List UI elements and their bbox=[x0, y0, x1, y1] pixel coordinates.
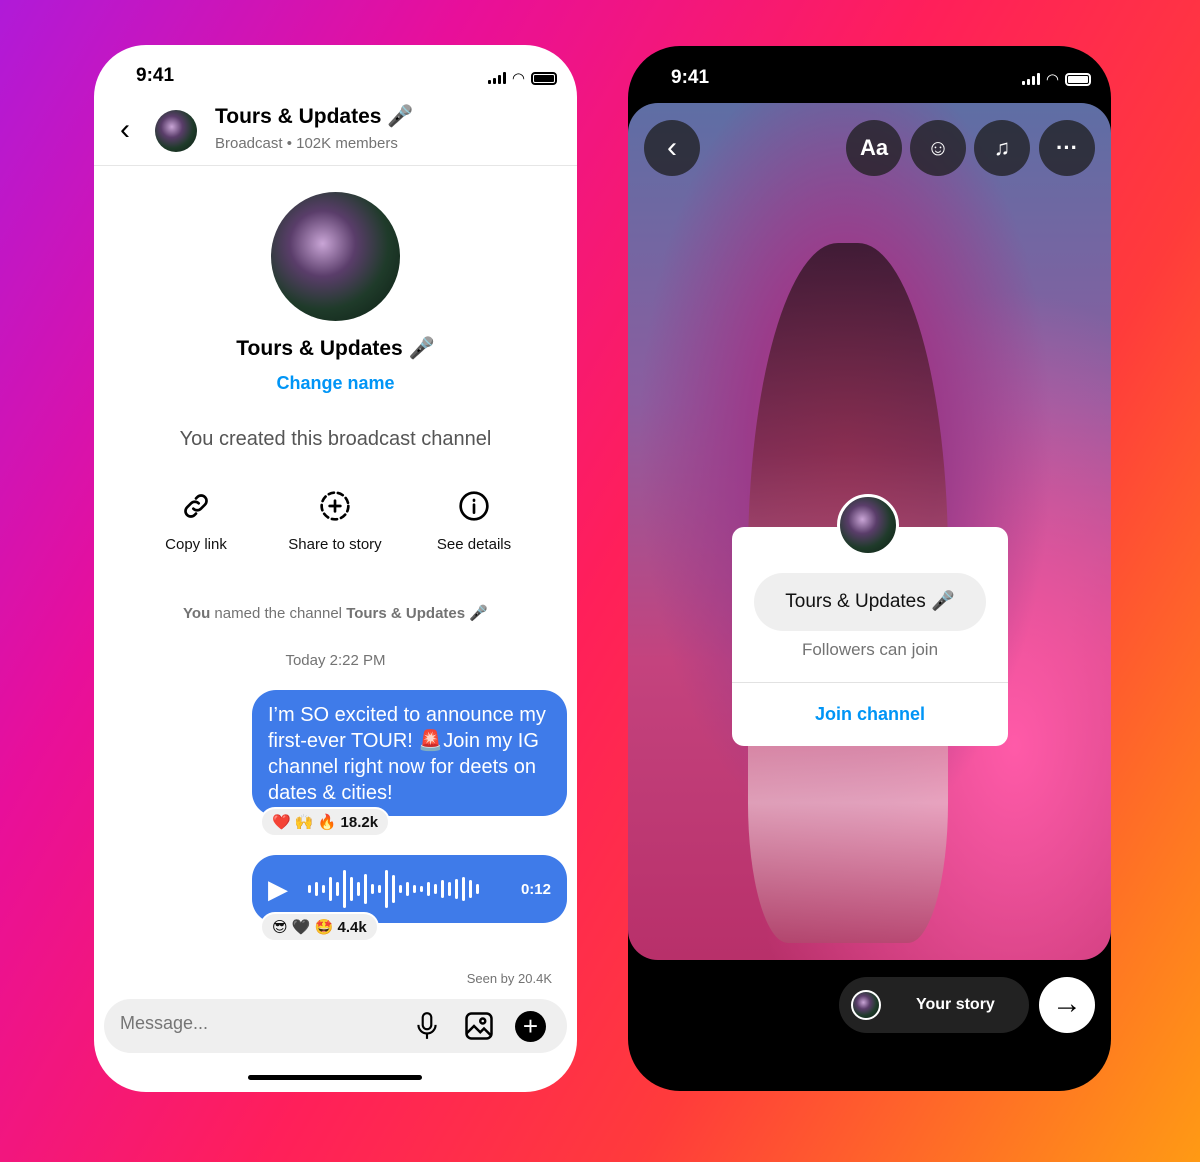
message-reactions[interactable]: ❤️ 🙌 🔥 18.2k bbox=[260, 807, 391, 837]
change-name-link[interactable]: Change name bbox=[94, 373, 577, 394]
waveform bbox=[308, 870, 479, 908]
back-icon: ‹ bbox=[667, 131, 677, 164]
play-icon[interactable]: ▶ bbox=[268, 874, 288, 905]
waveform-bar bbox=[476, 884, 479, 894]
copy-link-button[interactable]: Copy link bbox=[126, 490, 266, 553]
send-arrow-icon[interactable]: → bbox=[1039, 977, 1095, 1033]
broadcast-channel-phone: 9:41 ◠ ‹ Tours & Updates 🎤 Broadcast • 1… bbox=[94, 45, 577, 1092]
status-time: 9:41 bbox=[136, 65, 175, 86]
add-icon[interactable]: + bbox=[515, 1011, 546, 1042]
join-channel-button[interactable]: Join channel bbox=[732, 704, 1008, 725]
sticker-avatar bbox=[837, 494, 899, 556]
named-channel-notice: You named the channel Tours & Updates 🎤 bbox=[94, 604, 577, 622]
battery-icon bbox=[1065, 72, 1091, 86]
back-button[interactable]: ‹ bbox=[644, 120, 700, 176]
battery-icon bbox=[531, 71, 557, 85]
profile-avatar bbox=[271, 192, 400, 321]
seen-count: Seen by 20.4K bbox=[466, 971, 552, 986]
waveform-bar bbox=[308, 885, 311, 893]
waveform-bar bbox=[462, 877, 465, 901]
waveform-bar bbox=[469, 880, 472, 898]
link-icon bbox=[184, 494, 208, 518]
channel-avatar[interactable] bbox=[155, 110, 197, 152]
divider bbox=[94, 165, 577, 166]
notice-actor: You bbox=[183, 605, 211, 622]
status-icons: ◠ bbox=[487, 69, 557, 87]
voice-reactions[interactable]: 😎 🖤 🤩 4.4k bbox=[260, 912, 379, 942]
back-icon[interactable]: ‹ bbox=[120, 113, 130, 147]
message-composer: + bbox=[104, 999, 567, 1053]
copy-link-label: Copy link bbox=[165, 536, 227, 553]
waveform-bar bbox=[413, 885, 416, 893]
info-icon bbox=[459, 491, 489, 521]
story-share-phone: 9:41 ◠ ‹ Aa ☺ ♫ ··· Tours & Updates 🎤 Fo… bbox=[628, 46, 1111, 1091]
see-details-button[interactable]: See details bbox=[404, 490, 544, 553]
notice-channel: Tours & Updates bbox=[346, 605, 466, 622]
channel-title: Tours & Updates bbox=[215, 105, 382, 128]
user-avatar bbox=[851, 990, 881, 1020]
text-tool-button[interactable]: Aa bbox=[846, 120, 902, 176]
channel-sticker-card[interactable]: Tours & Updates 🎤 Followers can join Joi… bbox=[732, 527, 1008, 746]
channel-subtitle: Broadcast • 102K members bbox=[215, 135, 398, 152]
waveform-bar bbox=[385, 870, 388, 908]
share-to-story-label: Share to story bbox=[288, 536, 382, 553]
waveform-bar bbox=[406, 882, 409, 896]
wifi-icon: ◠ bbox=[511, 70, 525, 87]
timestamp: Today 2:22 PM bbox=[285, 652, 386, 669]
signal-icon bbox=[1021, 73, 1040, 85]
microphone-icon[interactable] bbox=[414, 1011, 440, 1041]
waveform-bar bbox=[357, 882, 360, 896]
waveform-bar bbox=[441, 880, 444, 898]
image-icon[interactable] bbox=[464, 1011, 494, 1041]
home-indicator bbox=[248, 1075, 422, 1080]
microphone-icon: 🎤 bbox=[408, 337, 435, 360]
microphone-icon: 🎤 bbox=[469, 605, 488, 622]
status-time: 9:41 bbox=[671, 67, 710, 88]
message-input[interactable] bbox=[120, 1013, 400, 1034]
waveform-bar bbox=[343, 870, 346, 908]
more-icon[interactable]: ··· bbox=[1039, 120, 1095, 176]
notice-text: named the channel bbox=[210, 605, 347, 622]
waveform-bar bbox=[315, 882, 318, 896]
waveform-bar bbox=[434, 884, 437, 894]
waveform-bar bbox=[420, 886, 423, 892]
sticker-icon[interactable]: ☺ bbox=[910, 120, 966, 176]
waveform-bar bbox=[455, 879, 458, 899]
waveform-bar bbox=[399, 885, 402, 893]
waveform-bar bbox=[427, 882, 430, 896]
voice-duration: 0:12 bbox=[520, 880, 551, 898]
divider bbox=[732, 682, 1008, 683]
signal-icon bbox=[487, 72, 506, 84]
music-icon[interactable]: ♫ bbox=[974, 120, 1030, 176]
waveform-bar bbox=[350, 877, 353, 901]
reaction-emojis: 😎 🖤 🤩 bbox=[272, 919, 334, 936]
your-story-label: Your story bbox=[916, 996, 995, 1013]
add-story-icon bbox=[320, 491, 350, 521]
created-text: You created this broadcast channel bbox=[179, 428, 492, 450]
sticker-subtitle: Followers can join bbox=[801, 640, 939, 659]
reaction-emojis: ❤️ 🙌 🔥 bbox=[272, 814, 337, 831]
waveform-bar bbox=[392, 875, 395, 903]
reaction-count: 18.2k bbox=[340, 814, 379, 831]
wifi-icon: ◠ bbox=[1045, 71, 1059, 88]
microphone-icon: 🎤 bbox=[931, 591, 955, 612]
profile-name: Tours & Updates bbox=[236, 337, 403, 360]
microphone-icon: 🎤 bbox=[387, 105, 414, 128]
waveform-bar bbox=[322, 885, 325, 893]
your-story-button[interactable]: Your story bbox=[839, 977, 1029, 1033]
sticker-channel-name: Tours & Updates bbox=[785, 591, 926, 612]
waveform-bar bbox=[448, 882, 451, 896]
status-icons: ◠ bbox=[1021, 70, 1091, 88]
waveform-bar bbox=[371, 884, 374, 894]
waveform-bar bbox=[378, 885, 381, 893]
waveform-bar bbox=[329, 877, 332, 901]
waveform-bar bbox=[364, 874, 367, 904]
share-to-story-button[interactable]: Share to story bbox=[265, 490, 405, 553]
reaction-count: 4.4k bbox=[337, 919, 367, 936]
waveform-bar bbox=[336, 882, 339, 896]
message-bubble[interactable]: I’m SO excited to announce my first-ever… bbox=[252, 690, 567, 816]
see-details-label: See details bbox=[436, 536, 512, 553]
